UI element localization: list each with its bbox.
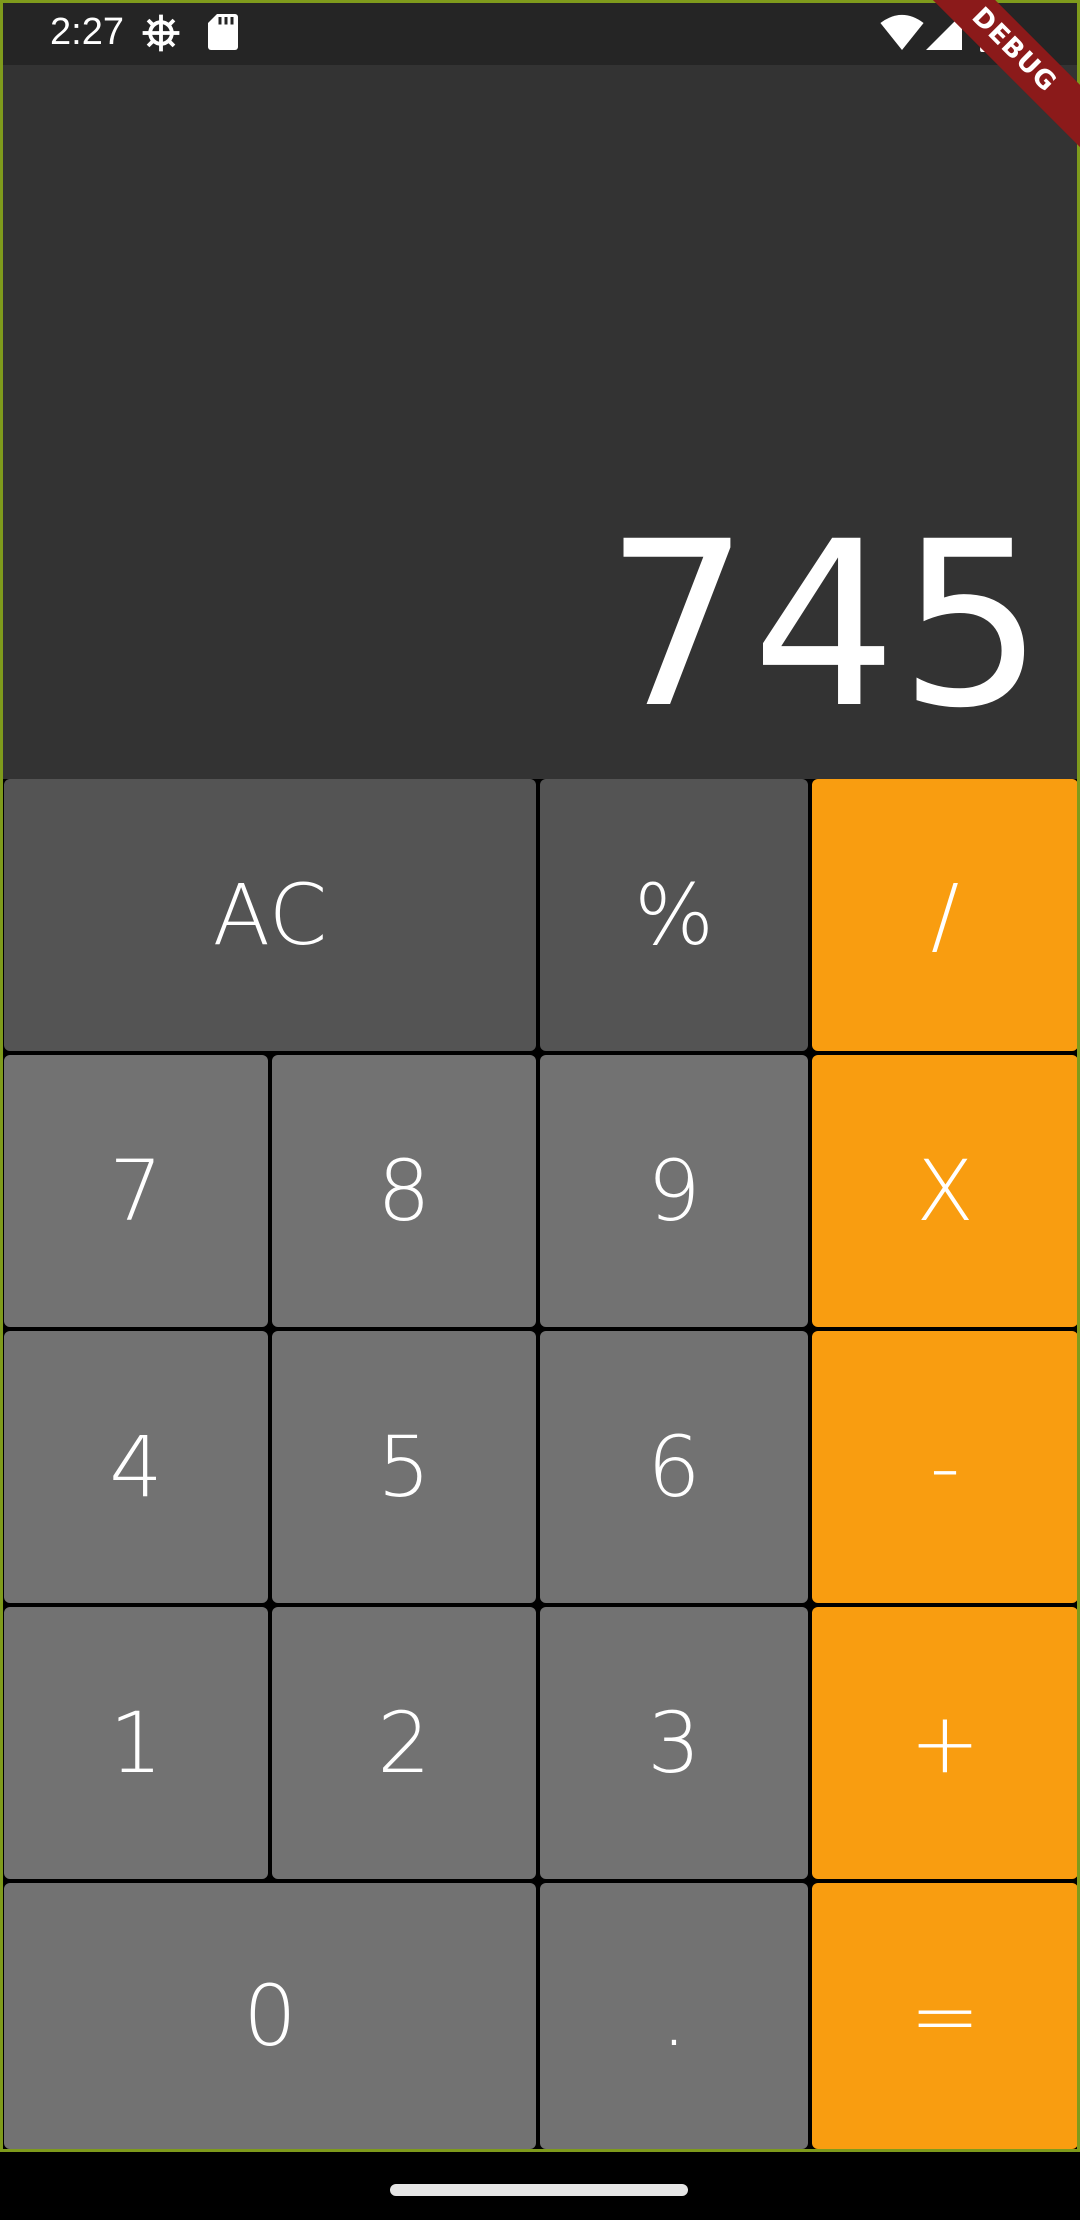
divide-button[interactable]: /: [812, 779, 1078, 1051]
divide-button-label: /: [930, 866, 960, 964]
digit-0-label: 0: [243, 1967, 297, 2065]
clear-button[interactable]: AC: [4, 779, 536, 1051]
keypad: AC % / 7 8 9 X 4 5 6 - 1 2 3 + 0 . =: [0, 779, 1080, 2152]
navigation-bar: [0, 2152, 1080, 2220]
equals-button-label: =: [909, 1967, 981, 2065]
status-time: 2:27: [50, 11, 124, 53]
percent-button-label: %: [634, 866, 714, 964]
decimal-button[interactable]: .: [540, 1883, 808, 2149]
display-value: 745: [604, 492, 1046, 758]
multiply-button-label: X: [916, 1142, 974, 1240]
subtract-button[interactable]: -: [812, 1331, 1078, 1603]
digit-3-label: 3: [647, 1694, 701, 1792]
digit-3-button[interactable]: 3: [540, 1607, 808, 1879]
digit-7-button[interactable]: 7: [4, 1055, 268, 1327]
digit-0-button[interactable]: 0: [4, 1883, 536, 2149]
gear-icon: [142, 14, 180, 52]
digit-9-label: 9: [647, 1142, 701, 1240]
digit-5-label: 5: [377, 1418, 431, 1516]
digit-2-button[interactable]: 2: [272, 1607, 536, 1879]
clear-button-label: AC: [212, 866, 328, 964]
multiply-button[interactable]: X: [812, 1055, 1078, 1327]
equals-button[interactable]: =: [812, 1883, 1078, 2149]
digit-1-label: 1: [109, 1694, 163, 1792]
digit-2-label: 2: [377, 1694, 431, 1792]
result-display: 745: [0, 65, 1080, 779]
decimal-button-label: .: [660, 1967, 688, 2065]
digit-8-button[interactable]: 8: [272, 1055, 536, 1327]
subtract-button-label: -: [929, 1418, 961, 1516]
digit-4-label: 4: [109, 1418, 163, 1516]
sd-card-icon: [208, 14, 238, 50]
digit-4-button[interactable]: 4: [4, 1331, 268, 1603]
digit-1-button[interactable]: 1: [4, 1607, 268, 1879]
digit-6-button[interactable]: 6: [540, 1331, 808, 1603]
wifi-icon: [880, 14, 924, 50]
home-gesture-handle[interactable]: [390, 2184, 688, 2196]
digit-5-button[interactable]: 5: [272, 1331, 536, 1603]
digit-8-label: 8: [377, 1142, 431, 1240]
digit-7-label: 7: [109, 1142, 163, 1240]
percent-button[interactable]: %: [540, 779, 808, 1051]
status-bar: 2:27: [0, 0, 1080, 65]
digit-9-button[interactable]: 9: [540, 1055, 808, 1327]
add-button-label: +: [909, 1694, 981, 1792]
digit-6-label: 6: [647, 1418, 701, 1516]
add-button[interactable]: +: [812, 1607, 1078, 1879]
calculator-app: 2:27 DEBUG 745 AC % / 7 8 9 X 4 5 6 - 1 …: [0, 0, 1080, 2220]
